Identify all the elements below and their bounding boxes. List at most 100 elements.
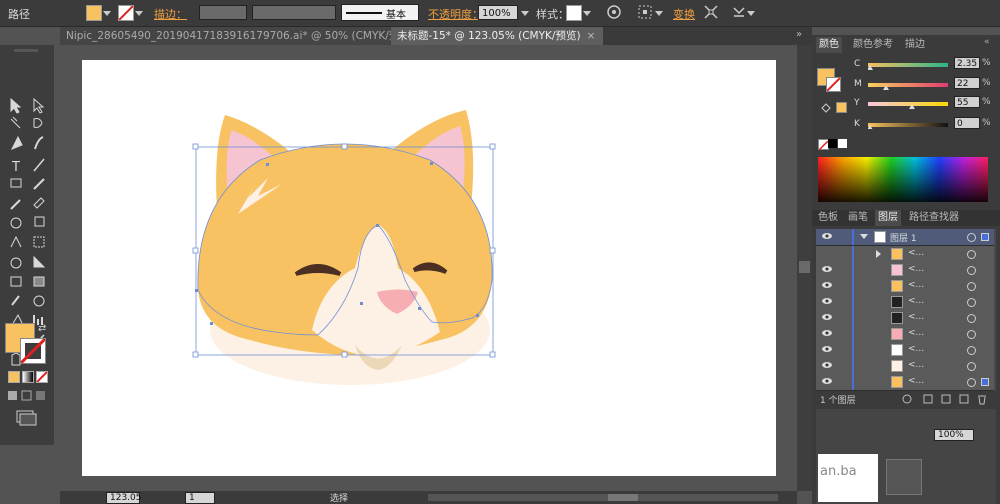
sublayer-thumbnail bbox=[891, 296, 903, 308]
tab-stroke[interactable]: 描边 bbox=[905, 37, 925, 53]
tab-swatches[interactable]: 色板 bbox=[818, 210, 838, 226]
black-quick-swatch[interactable] bbox=[828, 139, 837, 148]
sublayer-thumbnail bbox=[891, 376, 903, 388]
layer-count: 1 个图层 bbox=[820, 396, 856, 406]
color-panel-tabs: 颜色 颜色参考 描边 bbox=[816, 37, 998, 53]
sublayer-name[interactable]: <... bbox=[908, 280, 924, 290]
horizontal-scrollbar[interactable] bbox=[428, 494, 778, 501]
sublayer-row[interactable]: <... bbox=[816, 262, 994, 279]
transparency-opacity-field[interactable]: 100% bbox=[934, 429, 974, 441]
layer-color-bar bbox=[852, 246, 854, 262]
visibility-eye-icon[interactable] bbox=[822, 313, 832, 321]
channel-y-percent: % bbox=[982, 97, 991, 107]
target-circle-icon[interactable] bbox=[967, 266, 976, 275]
channel-y-label: Y bbox=[854, 98, 860, 108]
sublayer-name[interactable]: <... bbox=[908, 328, 924, 338]
none-swatch-icon bbox=[818, 140, 829, 151]
vertical-scroll-thumb[interactable] bbox=[799, 261, 810, 273]
layer-name[interactable]: 图层 1 bbox=[890, 231, 917, 244]
transparency-panel: 100% an.ba bbox=[816, 409, 996, 504]
white-quick-swatch[interactable] bbox=[838, 139, 847, 148]
selection-indicator[interactable] bbox=[981, 233, 989, 241]
visibility-eye-icon[interactable] bbox=[822, 232, 832, 240]
right-panel-dock: 颜色 颜色参考 描边 C 2.35 % M 22 % Y 55 % K 0 % … bbox=[812, 35, 1000, 504]
channel-m-percent: % bbox=[982, 78, 991, 88]
tab-pathfinder[interactable]: 路径查找器 bbox=[909, 210, 959, 226]
visibility-eye-icon[interactable] bbox=[822, 345, 832, 353]
visibility-eye-icon[interactable] bbox=[822, 297, 832, 305]
opacity-mask-box[interactable] bbox=[886, 459, 922, 495]
channel-c-marker bbox=[868, 65, 873, 70]
target-circle-icon[interactable] bbox=[967, 298, 976, 307]
transparency-thumbnail: an.ba bbox=[818, 454, 878, 502]
sublayer-name[interactable]: <... bbox=[908, 344, 924, 354]
color-spectrum[interactable] bbox=[818, 157, 988, 202]
sublayer-name[interactable]: <... bbox=[908, 264, 924, 274]
layers-panel-footer: 1 个图层 bbox=[816, 392, 996, 406]
sublayer-row[interactable]: <... bbox=[816, 374, 994, 391]
channel-c-percent: % bbox=[982, 58, 991, 68]
sublayer-thumbnail bbox=[891, 328, 903, 340]
visibility-eye-icon[interactable] bbox=[822, 361, 832, 369]
channel-m-value[interactable]: 22 bbox=[954, 77, 980, 89]
channel-y-value[interactable]: 55 bbox=[954, 96, 980, 108]
channel-k-value[interactable]: 0 bbox=[954, 117, 980, 129]
channel-c-value[interactable]: 2.35 bbox=[954, 57, 980, 69]
horizontal-scroll-thumb[interactable] bbox=[608, 494, 638, 501]
channel-m-marker bbox=[883, 85, 889, 90]
target-circle-icon[interactable] bbox=[967, 233, 976, 242]
sublayer-row[interactable]: <... bbox=[816, 246, 994, 263]
sublayer-thumbnail bbox=[891, 248, 903, 260]
panel-collapse-icon[interactable]: « bbox=[984, 37, 990, 47]
target-circle-icon[interactable] bbox=[967, 362, 976, 371]
layer-row-layer-1[interactable]: 图层 1 bbox=[816, 229, 994, 246]
sublayer-row[interactable]: <... bbox=[816, 294, 994, 311]
channel-c-label: C bbox=[854, 59, 861, 69]
expand-arrow-icon[interactable] bbox=[876, 250, 881, 258]
visibility-eye-icon[interactable] bbox=[822, 265, 832, 273]
sublayer-name[interactable]: <... bbox=[908, 360, 924, 370]
expand-arrow-icon[interactable] bbox=[860, 234, 868, 239]
slider-markers[interactable] bbox=[868, 65, 952, 129]
tab-layers[interactable]: 图层 bbox=[875, 210, 901, 226]
layer-color-bar bbox=[852, 342, 854, 358]
out-of-gamut-swatch[interactable] bbox=[836, 102, 847, 113]
zoom-field[interactable]: 123.05 bbox=[106, 492, 142, 504]
target-circle-icon[interactable] bbox=[967, 314, 976, 323]
layer-color-bar bbox=[852, 262, 854, 278]
target-circle-icon[interactable] bbox=[967, 250, 976, 259]
tab-brushes[interactable]: 画笔 bbox=[848, 210, 868, 226]
tab-color-guide[interactable]: 颜色参考 bbox=[853, 37, 893, 53]
sublayer-row[interactable]: <... bbox=[816, 358, 994, 375]
layer-color-bar bbox=[852, 278, 854, 294]
status-tool-label: 选择 bbox=[330, 494, 349, 504]
vertical-scrollbar[interactable] bbox=[797, 45, 812, 491]
visibility-eye-icon[interactable] bbox=[822, 281, 832, 289]
channel-k-label: K bbox=[854, 119, 860, 129]
sublayer-name[interactable]: <... bbox=[908, 248, 924, 258]
artboard-number-field[interactable]: 1 bbox=[185, 492, 215, 504]
target-circle-icon[interactable] bbox=[967, 330, 976, 339]
layer-footer-icons[interactable] bbox=[902, 394, 992, 405]
target-circle-icon[interactable] bbox=[967, 378, 976, 387]
layer-color-bar bbox=[852, 374, 854, 390]
sublayer-row[interactable]: <... bbox=[816, 326, 994, 343]
tab-color[interactable]: 颜色 bbox=[816, 37, 842, 53]
sublayer-name[interactable]: <... bbox=[908, 376, 924, 386]
sublayer-thumbnail bbox=[891, 280, 903, 292]
channel-k-marker bbox=[868, 125, 873, 129]
sublayer-row[interactable]: <... bbox=[816, 342, 994, 359]
selection-indicator[interactable] bbox=[981, 378, 989, 386]
sublayer-thumbnail bbox=[891, 360, 903, 372]
target-circle-icon[interactable] bbox=[967, 282, 976, 291]
visibility-eye-icon[interactable] bbox=[822, 329, 832, 337]
sublayer-name[interactable]: <... bbox=[908, 296, 924, 306]
none-stroke-icon bbox=[826, 77, 841, 92]
target-circle-icon[interactable] bbox=[967, 346, 976, 355]
sublayer-name[interactable]: <... bbox=[908, 312, 924, 322]
sublayer-row[interactable]: <... bbox=[816, 310, 994, 327]
color-panel-stroke-swatch[interactable] bbox=[826, 77, 841, 92]
sublayer-row[interactable]: <... bbox=[816, 278, 994, 295]
visibility-eye-icon[interactable] bbox=[822, 377, 832, 385]
status-bar: 123.05 1 选择 bbox=[60, 491, 797, 504]
